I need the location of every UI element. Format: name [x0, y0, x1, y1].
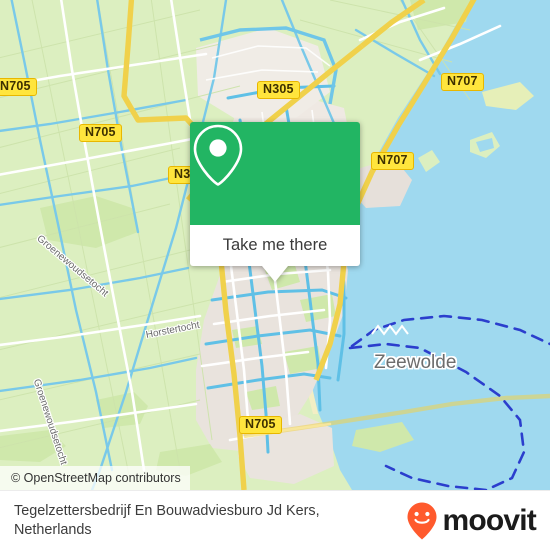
popup-cta-button[interactable]: Take me there: [190, 225, 360, 266]
city-label-zeewolde: Zeewolde: [374, 352, 457, 373]
popup-tail: [262, 266, 288, 282]
popup-icon-area: [190, 122, 360, 225]
attribution-text: © OpenStreetMap contributors: [11, 471, 181, 485]
map-attribution[interactable]: © OpenStreetMap contributors: [0, 466, 190, 490]
moovit-wordmark: moovit: [442, 503, 536, 537]
map-screenshot: N705 N705 N305 N707 N3 N707 N705 Groenew…: [0, 0, 550, 550]
road-shield-n705-west[interactable]: N705: [0, 78, 37, 96]
road-shield-n707-mid[interactable]: N707: [371, 152, 414, 170]
road-shield-n705-north[interactable]: N705: [79, 124, 122, 142]
popup-cta-label: Take me there: [222, 236, 328, 254]
road-shield-n305[interactable]: N305: [257, 81, 300, 99]
location-popup[interactable]: Take me there: [190, 122, 360, 282]
moovit-pin-icon: [407, 502, 437, 539]
map-pin-icon: [193, 124, 243, 186]
place-name: Tegelzettersbedrijf En Bouwadviesburo Jd…: [14, 502, 320, 538]
footer-bar: Tegelzettersbedrijf En Bouwadviesburo Jd…: [0, 490, 550, 550]
road-shield-n705-south[interactable]: N705: [239, 416, 282, 434]
road-shield-n707-north[interactable]: N707: [441, 73, 484, 91]
moovit-logo[interactable]: moovit: [406, 501, 537, 541]
map-canvas[interactable]: N705 N705 N305 N707 N3 N707 N705 Groenew…: [0, 0, 550, 490]
